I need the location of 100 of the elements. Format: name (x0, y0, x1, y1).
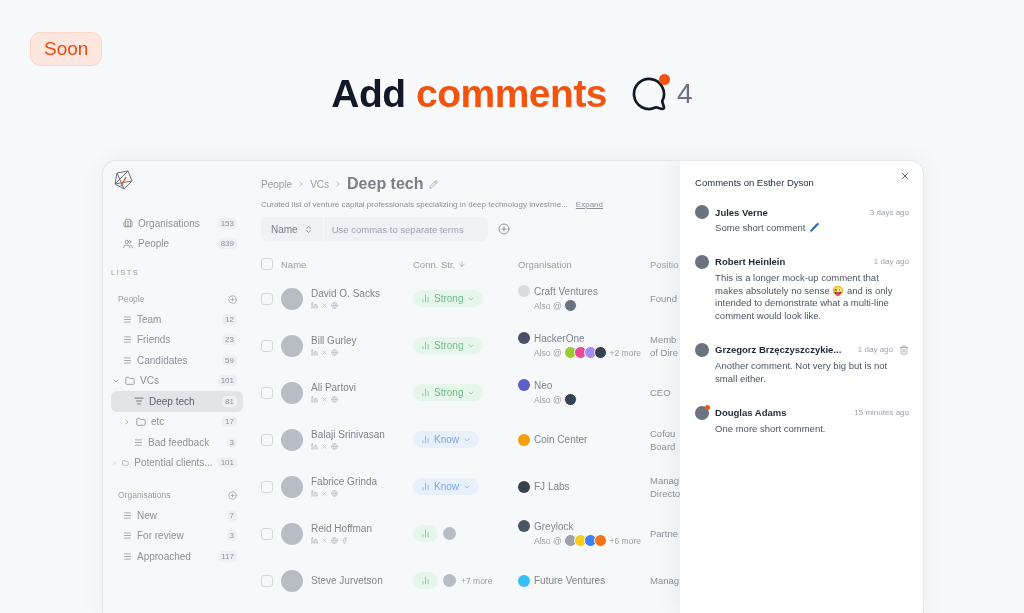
comment-author: Grzegorz Brzęczyszczykie... (715, 344, 843, 356)
comment-text: This is a longer mock-up comment that makes absolutely no sense 😜 and is only intended to demonstrate what a multi-line comment would look like. (714, 271, 894, 323)
delete-icon[interactable] (899, 345, 909, 355)
comment-count: 4 (677, 78, 693, 110)
checkbox[interactable] (261, 292, 273, 305)
linkedin-icon[interactable] (311, 349, 318, 356)
person-name[interactable]: Bill Gurley (311, 335, 357, 346)
column-header[interactable]: Positio (650, 258, 681, 270)
org-logo-stack (563, 393, 574, 406)
sidebar-item[interactable]: For review 3 (111, 525, 243, 546)
description: Curated list of venture capital professionals specializing in deep technology investme... (261, 200, 568, 209)
sidebar-item[interactable]: Approached 117 (111, 546, 243, 567)
globe-icon[interactable] (331, 490, 338, 497)
x-icon[interactable] (321, 537, 328, 544)
sidebar-item[interactable]: Potential clients... 101 (111, 452, 243, 473)
person-name[interactable]: Reid Hoffman (311, 523, 372, 534)
connection-strength-dropdown[interactable]: Strong (413, 384, 484, 401)
globe-icon[interactable] (331, 537, 338, 544)
org-name[interactable]: HackerOne (534, 332, 585, 344)
nav-item[interactable]: People 839 (111, 233, 243, 254)
linkedin-icon[interactable] (311, 537, 318, 544)
globe-icon[interactable] (331, 349, 338, 356)
list-icon (123, 335, 132, 345)
linkedin-icon[interactable] (311, 302, 318, 309)
org-name[interactable]: Neo (534, 379, 553, 391)
connection-strength-dropdown[interactable] (413, 525, 438, 542)
position-text: CEO (650, 386, 672, 399)
comment-author: Douglas Adams (715, 407, 788, 419)
org-name[interactable]: FJ Labs (534, 481, 570, 492)
avatar (281, 475, 303, 498)
sidebar-item[interactable]: Bad feedback 3 (111, 432, 243, 453)
connection-strength-dropdown[interactable]: Strong (413, 290, 484, 307)
person-name[interactable]: David O. Sacks (311, 288, 380, 299)
expand-link[interactable]: Expand (575, 200, 603, 209)
globe-icon[interactable] (331, 396, 338, 403)
x-icon[interactable] (321, 443, 328, 450)
x-icon[interactable] (321, 302, 328, 309)
facebook-icon[interactable] (341, 537, 348, 544)
checkbox[interactable] (261, 258, 273, 270)
sidebar-item[interactable]: Team 12 (111, 309, 243, 330)
person-name[interactable]: Ali Partovi (311, 382, 356, 393)
org-name[interactable]: Future Ventures (534, 575, 606, 586)
comment-time: 1 day ago (873, 257, 909, 267)
org-name[interactable]: Greylock (534, 520, 574, 532)
person-name[interactable]: Steve Jurvetson (311, 575, 383, 586)
checkbox[interactable] (261, 386, 273, 399)
connection-strength-dropdown[interactable]: Know (413, 478, 479, 495)
checkbox[interactable] (261, 574, 273, 587)
chevron-right-icon[interactable] (123, 417, 131, 426)
position-text: Found (650, 292, 678, 305)
connection-strength-dropdown[interactable] (413, 572, 438, 589)
add-icon[interactable] (228, 294, 237, 304)
sidebar-item[interactable]: etc 17 (111, 411, 243, 432)
field-select[interactable]: Name (261, 217, 323, 241)
item-count: 153 (217, 217, 237, 229)
globe-icon[interactable] (331, 443, 338, 450)
chevron-right-icon[interactable] (112, 458, 118, 467)
linkedin-icon[interactable] (311, 490, 318, 497)
nav-item[interactable]: Organisations 153 (111, 213, 243, 234)
x-icon[interactable] (321, 490, 328, 497)
position-text: Memb of Dire (650, 332, 679, 359)
signal-icon (421, 576, 430, 585)
breadcrumb-link[interactable]: People (261, 178, 293, 190)
checkbox[interactable] (261, 339, 273, 352)
signal-icon (421, 294, 430, 303)
close-button[interactable] (900, 171, 910, 181)
column-header[interactable]: Name (281, 258, 413, 270)
globe-icon[interactable] (331, 302, 338, 309)
x-icon[interactable] (321, 396, 328, 403)
signal-icon (421, 341, 430, 350)
edit-icon[interactable] (428, 179, 438, 189)
person-name[interactable]: Balaji Srinivasan (311, 429, 385, 440)
sidebar-item[interactable]: VCs 101 (111, 370, 243, 391)
x-icon[interactable] (321, 349, 328, 356)
item-count: 59 (222, 354, 237, 366)
person-name[interactable]: Fabrice Grinda (311, 476, 378, 487)
org-name[interactable]: Craft Ventures (534, 285, 598, 297)
breadcrumb-link[interactable]: VCs (310, 178, 330, 190)
org-name[interactable]: Coin Center (534, 434, 588, 445)
linkedin-icon[interactable] (311, 443, 318, 450)
group-heading: People (118, 294, 145, 304)
folder-icon (125, 375, 135, 386)
checkbox[interactable] (261, 480, 273, 493)
column-header[interactable]: Organisation (518, 258, 650, 270)
sidebar-item[interactable]: New 7 (111, 505, 243, 526)
sidebar-item[interactable]: Deep tech 81 (111, 391, 243, 412)
more-count: +6 more (609, 535, 641, 546)
connection-strength-dropdown[interactable]: Know (413, 431, 479, 448)
avatar (281, 381, 303, 404)
soon-badge: Soon (30, 32, 103, 66)
column-header[interactable]: Conn. Str. (413, 258, 518, 270)
add-icon[interactable] (228, 490, 237, 500)
sidebar-item[interactable]: Candidates 59 (111, 350, 243, 371)
sidebar-item[interactable]: Friends 23 (111, 329, 243, 350)
checkbox[interactable] (261, 527, 273, 540)
connection-strength-dropdown[interactable]: Strong (413, 337, 484, 354)
linkedin-icon[interactable] (311, 396, 318, 403)
checkbox[interactable] (261, 433, 273, 446)
search-field[interactable]: Use commas to separate terms (323, 217, 488, 241)
add-icon[interactable] (498, 223, 510, 235)
